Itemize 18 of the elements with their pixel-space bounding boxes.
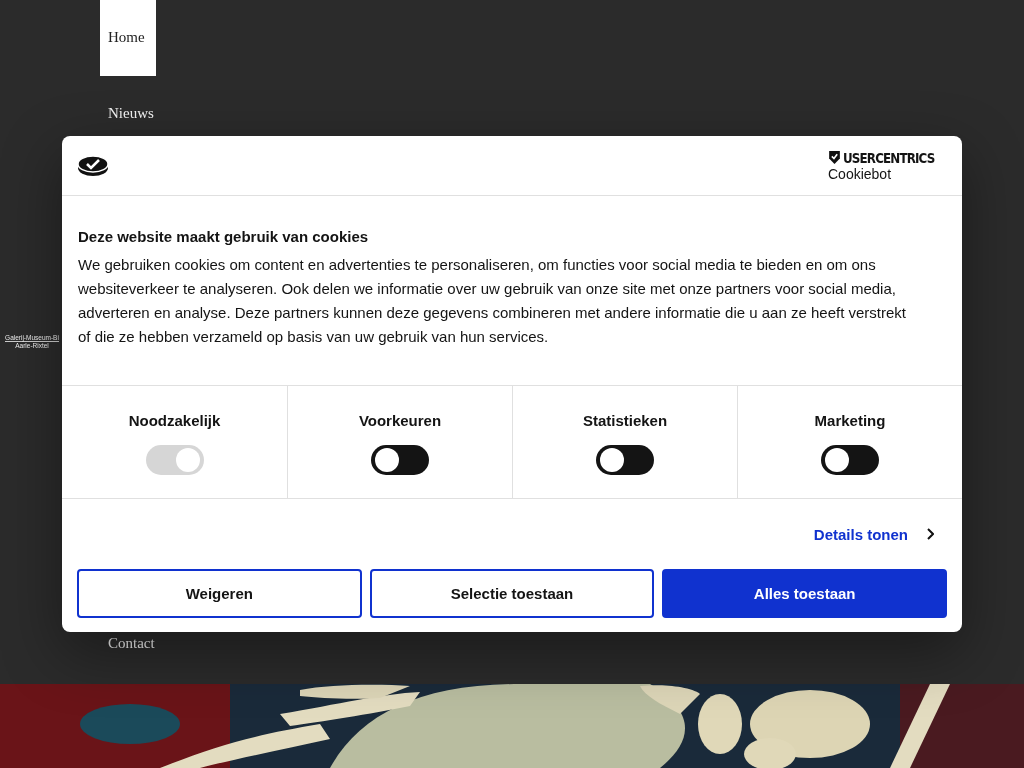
toggle-switch[interactable]: [371, 445, 429, 475]
toggle-switch[interactable]: [596, 445, 654, 475]
consent-button[interactable]: Alles toestaan: [662, 569, 947, 618]
cookie-check-icon: [77, 153, 109, 178]
toggle-switch[interactable]: [821, 445, 879, 475]
shield-icon: [828, 150, 841, 165]
product-name: Cookiebot: [828, 165, 893, 182]
category-label: Marketing: [814, 412, 886, 429]
category-label: Statistieken: [582, 412, 668, 429]
consent-button[interactable]: Weigeren: [77, 569, 362, 618]
dialog-title: Deze website maakt gebruik van cookies: [78, 228, 370, 245]
category-label: Voorkeuren: [358, 412, 442, 429]
category-label: Noodzakelijk: [128, 412, 221, 429]
chevron-right-icon[interactable]: [926, 528, 934, 540]
details-link[interactable]: Details tonen: [813, 525, 908, 543]
consent-button[interactable]: Selectie toestaan: [369, 569, 655, 618]
dialog-text: We gebruiken cookies om content en advertenties te personaliseren, om functies voor social media te bieden en om ons websiteverkeer te analyseren. Ook delen we informatie over uw gebruik van onze site met onze partners voor social media, adverteren en analyse. Deze partners kunnen deze gegevens combineren met andere informatie die u aan ze heeft verstrekt of die ze hebben verzameld op basis van uw gebruik van hun services.: [78, 255, 907, 347]
nav-link[interactable]: Home: [100, 0, 156, 76]
